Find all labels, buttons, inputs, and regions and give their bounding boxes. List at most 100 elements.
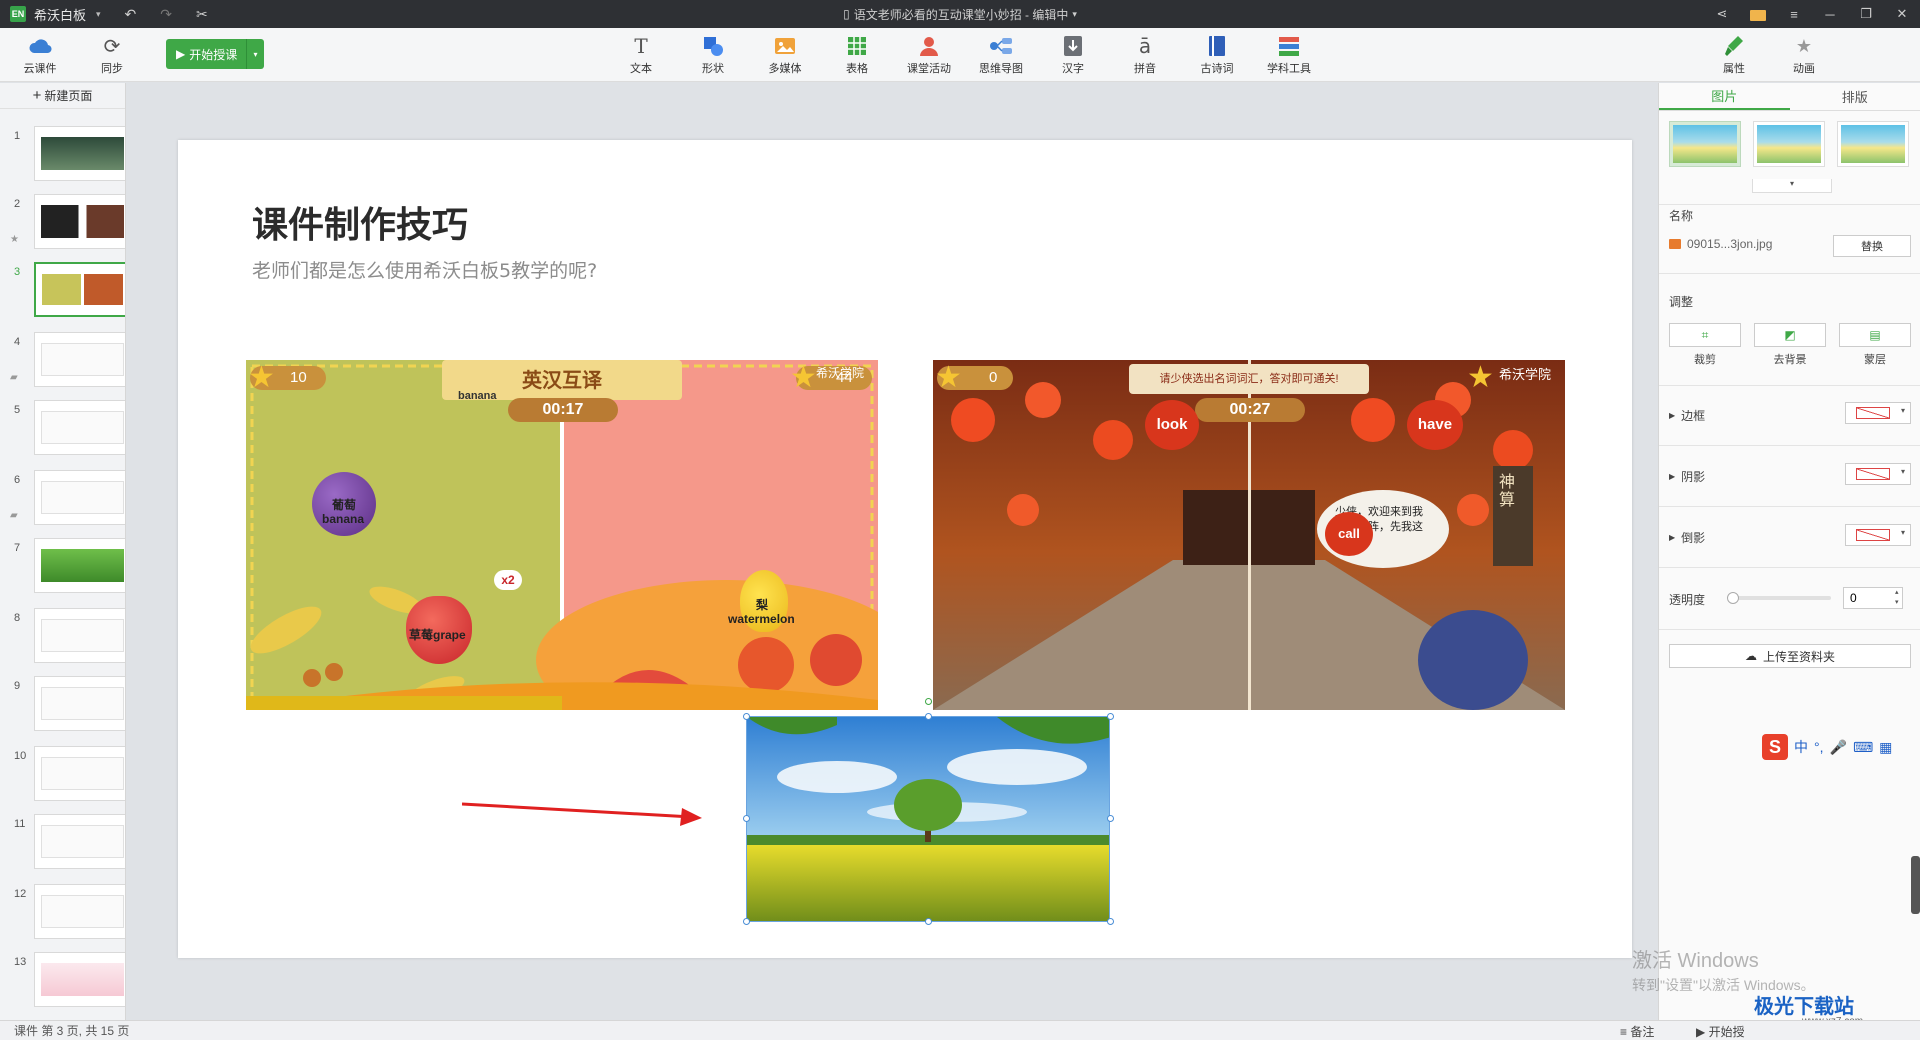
crop-button[interactable]: ⌗ <box>1669 323 1741 347</box>
page-thumbnail-row[interactable]: 1 <box>0 126 125 186</box>
tab-layout[interactable]: 排版 <box>1790 83 1920 110</box>
resize-handle-tl[interactable] <box>743 713 750 720</box>
shadow-select[interactable]: ▾ <box>1845 463 1911 485</box>
close-icon[interactable]: ✕ <box>1884 6 1920 22</box>
rotate-handle[interactable] <box>925 698 932 705</box>
slide-subtitle[interactable]: 老师们都是怎么使用希沃白板5教学的呢? <box>252 256 597 283</box>
page-thumbnail[interactable] <box>34 608 125 663</box>
image-style-2[interactable] <box>1753 121 1825 167</box>
tool-hanzi[interactable]: 汉字 <box>1043 34 1103 76</box>
page-thumbnail-row[interactable]: 7 <box>0 538 125 598</box>
microphone-icon[interactable]: 🎤 <box>1830 739 1847 756</box>
tool-subject[interactable]: 学科工具 <box>1259 34 1319 76</box>
new-page-button[interactable]: + 新建页面 <box>0 83 125 109</box>
grid-icon[interactable]: ▦ <box>1879 739 1892 756</box>
reflection-row[interactable]: ▶ 倒影 <box>1669 529 1705 546</box>
tool-text[interactable]: T 文本 <box>611 34 671 76</box>
notes-button[interactable]: ≡ 备注 <box>1620 1023 1654 1040</box>
reflection-select[interactable]: ▾ <box>1845 524 1911 546</box>
ime-toolbar[interactable]: S 中 °, 🎤 ⌨ ▦ <box>1762 732 1914 762</box>
tool-table[interactable]: 表格 <box>827 34 887 76</box>
resize-handle-tr[interactable] <box>1107 713 1114 720</box>
minimize-icon[interactable]: ─ <box>1812 7 1848 22</box>
image-style-3[interactable] <box>1837 121 1909 167</box>
page-thumbnail[interactable] <box>34 400 125 455</box>
page-thumbnail[interactable] <box>34 470 125 525</box>
page-thumbnail[interactable] <box>34 126 125 181</box>
page-thumbnail-row[interactable]: 8 <box>0 608 125 668</box>
border-select[interactable]: ▾ <box>1845 402 1911 424</box>
remove-bg-button[interactable]: ◩ <box>1754 323 1826 347</box>
resize-handle-bc[interactable] <box>925 918 932 925</box>
page-thumbnail[interactable] <box>34 262 125 317</box>
page-thumbnail[interactable] <box>34 746 125 801</box>
redo-icon[interactable]: ↷ <box>160 6 172 23</box>
page-thumbnail-row[interactable]: 10 <box>0 746 125 806</box>
tool-mindmap[interactable]: 思维导图 <box>971 34 1031 76</box>
app-name[interactable]: 希沃白板 <box>34 5 86 24</box>
tool-pinyin[interactable]: ā 拼音 <box>1115 34 1175 76</box>
menu-icon[interactable]: ≡ <box>1776 7 1812 22</box>
page-thumbnail-row[interactable]: 9 <box>0 676 125 736</box>
page-thumbnail[interactable] <box>34 814 125 869</box>
tab-image[interactable]: 图片 <box>1659 83 1790 110</box>
page-thumbnail-row[interactable]: 12 <box>0 884 125 944</box>
undo-icon[interactable]: ↶ <box>125 6 137 23</box>
game-screenshot-translation[interactable]: 10 ★ 44 ★ 希沃学院 英汉互译 banana 00:17 葡萄 bana… <box>246 360 878 710</box>
tool-poetry[interactable]: 古诗词 <box>1187 34 1247 76</box>
page-thumbnail[interactable] <box>34 884 125 939</box>
page-thumbnail-row[interactable]: 13 <box>0 952 125 1012</box>
tool-media[interactable]: 多媒体 <box>755 34 815 76</box>
replace-button[interactable]: 替换 <box>1833 235 1911 257</box>
mail-icon[interactable] <box>1740 7 1776 22</box>
page-thumbnail-row[interactable]: 6 ▰ <box>0 470 125 530</box>
tab-animation[interactable]: ★ 动画 <box>1774 34 1834 76</box>
page-thumbnail-row[interactable]: 4 ▰ <box>0 332 125 392</box>
tool-shape[interactable]: 形状 <box>683 34 743 76</box>
punctuation-icon[interactable]: °, <box>1814 739 1824 755</box>
cloud-courseware-button[interactable]: 云课件 <box>10 34 70 76</box>
shadow-row[interactable]: ▶ 阴影 <box>1669 468 1705 485</box>
page-thumbnail[interactable] <box>34 676 125 731</box>
image-style-1[interactable] <box>1669 121 1741 167</box>
page-thumbnail[interactable] <box>34 194 125 249</box>
resize-handle-mr[interactable] <box>1107 815 1114 822</box>
cut-icon[interactable]: ✂ <box>196 6 208 23</box>
ime-lang[interactable]: 中 <box>1794 737 1808 757</box>
page-thumbnail[interactable] <box>34 952 125 1007</box>
share-icon[interactable]: ⋖ <box>1704 6 1740 22</box>
app-menu-caret-icon[interactable]: ▾ <box>96 9 101 20</box>
page-thumbnail-row[interactable]: 11 <box>0 814 125 874</box>
tab-properties[interactable]: 属性 <box>1704 34 1764 76</box>
start-teaching-button[interactable]: ▶ 开始授课 ▾ <box>166 39 264 69</box>
upload-to-folder-button[interactable]: ☁ 上传至资料夹 <box>1669 644 1911 668</box>
opacity-stepper-icon[interactable]: ▴ ▾ <box>1895 588 1899 608</box>
page-thumbnail-row[interactable]: 2 ★ <box>0 194 125 254</box>
side-scroll-handle[interactable] <box>1911 856 1920 914</box>
resize-handle-bl[interactable] <box>743 918 750 925</box>
border-row[interactable]: ▶ 边框 <box>1669 407 1705 424</box>
slide-title[interactable]: 课件制作技巧 <box>252 196 468 248</box>
sync-button[interactable]: ⟳ 同步 <box>82 34 142 76</box>
resize-handle-br[interactable] <box>1107 918 1114 925</box>
mask-button[interactable]: ▤ <box>1839 323 1911 347</box>
page-thumbnail[interactable] <box>34 538 125 593</box>
game-screenshot-nouns[interactable]: 0 ★ ★ 希沃学院 请少侠选出名词词汇，答对即可通关! 00:27 look … <box>933 360 1565 710</box>
status-start-button[interactable]: ▶ 开始授 <box>1696 1023 1745 1040</box>
restore-icon[interactable]: ❐ <box>1848 6 1884 22</box>
resize-handle-tc[interactable] <box>925 713 932 720</box>
resize-handle-ml[interactable] <box>743 815 750 822</box>
opacity-input[interactable] <box>1843 587 1903 609</box>
keyboard-icon[interactable]: ⌨ <box>1853 739 1873 756</box>
selected-landscape-image[interactable] <box>746 716 1110 922</box>
page-thumbnail[interactable] <box>34 332 125 387</box>
opacity-slider-knob[interactable] <box>1727 592 1739 604</box>
page-thumbnail-row[interactable]: 3 <box>0 262 125 322</box>
start-dropdown-icon[interactable]: ▾ <box>246 39 264 69</box>
document-title[interactable]: 语文老师必看的互动课堂小妙招 - 编辑中 <box>854 6 1069 23</box>
page-thumbnail-row[interactable]: 5 <box>0 400 125 460</box>
style-expand-icon[interactable]: ▾ <box>1752 179 1832 193</box>
opacity-slider[interactable] <box>1727 592 1831 604</box>
tool-activity[interactable]: 课堂活动 <box>899 34 959 76</box>
title-caret-icon[interactable]: ▾ <box>1072 9 1077 20</box>
